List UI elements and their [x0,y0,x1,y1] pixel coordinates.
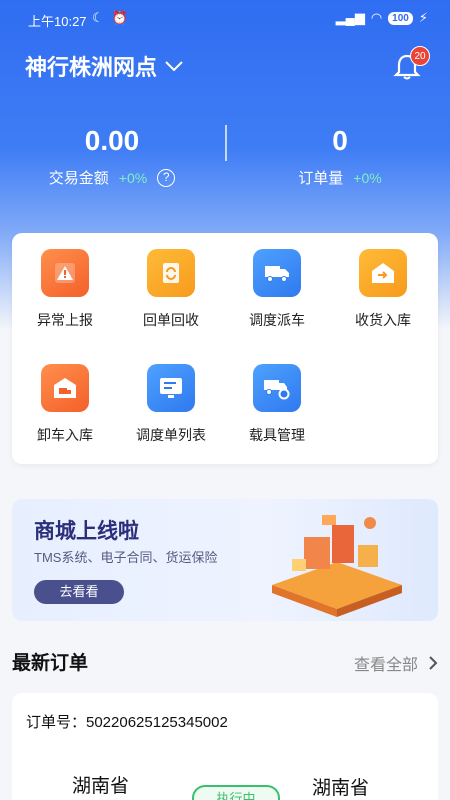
banner-subtitle: TMS系统、电子合同、货运保险 [34,550,218,565]
alarm-icon: ⏰ [111,10,128,25]
warehouse-in-icon [359,249,407,297]
origin-province: 湖南省 [72,776,130,797]
menu-item-vehicle-management[interactable]: 载具管理 [224,364,330,445]
menu-label: 卸车入库 [37,427,93,443]
latest-orders-header: 最新订单 查看全部 [12,648,438,675]
status-time: 上午10:27 [28,14,87,29]
battery-icon: 100 [388,11,413,25]
order-status-badge: 执行中 [192,785,280,800]
truck-icon [253,249,301,297]
unload-icon [41,364,89,412]
order-count-change: +0% [353,169,382,186]
shopping-illustration-icon [272,515,402,617]
stat-orders[interactable]: 0 订单量 +0% [250,125,430,188]
menu-item-receipt-recovery[interactable]: 回单回收 [118,249,224,330]
menu-label: 调度派车 [249,312,305,328]
order-number: 订单号：50220625125345002 [26,714,228,731]
menu-item-exception-report[interactable]: 异常上报 [12,249,118,330]
order-count: 0 [332,125,348,156]
menu-item-dispatch[interactable]: 调度派车 [224,249,330,330]
menu-label: 调度单列表 [136,427,206,443]
moon-icon: ☾ [92,10,104,25]
station-selector[interactable]: 神行株洲网点 [25,50,185,82]
help-icon[interactable]: ? [157,168,176,187]
transaction-label: 交易金额 [48,170,109,187]
vehicle-settings-icon [253,364,301,412]
wifi-icon: ◠ [370,10,383,25]
menu-item-unloading[interactable]: 卸车入库 [12,364,118,445]
station-title: 神行株洲网点 [25,55,158,80]
chevron-down-icon [165,61,183,72]
chevron-right-icon [429,656,438,670]
transaction-amount: 0.00 [84,125,140,156]
charging-icon: ⚡ [418,10,428,25]
signal-icon: ▂▄▆ [335,10,365,25]
notification-badge: 20 [410,46,430,66]
menu-item-dispatch-list[interactable]: 调度单列表 [118,364,224,445]
view-all-label: 查看全部 [353,657,418,674]
warning-icon [41,249,89,297]
recycle-icon [147,249,195,297]
menu-item-receiving[interactable]: 收货入库 [330,249,436,330]
status-bar: 上午10:27 ☾ ⏰ ▂▄▆ ◠ 100 ⚡ [0,0,450,38]
destination-province: 湖南省 [312,778,370,799]
list-icon [147,364,195,412]
stats-divider [225,125,227,161]
transaction-change: +0% [118,169,148,186]
menu-label: 回单回收 [143,312,199,328]
stat-transaction[interactable]: 0.00 交易金额 +0% ? [22,125,202,188]
banner-title: 商城上线啦 [34,520,139,543]
view-all-link[interactable]: 查看全部 [354,651,438,675]
order-card[interactable]: 订单号：50220625125345002 湖南省 执行中 湖南省 [12,693,438,800]
order-count-label: 订单量 [298,170,344,187]
mall-banner[interactable]: 商城上线啦 TMS系统、电子合同、货运保险 去看看 [12,499,438,621]
menu-label: 载具管理 [249,427,305,443]
function-grid: 异常上报 回单回收 调度派车 收货入库 卸车入库 调度单列表 载具管理 [12,233,438,464]
menu-label: 收货入库 [355,312,411,328]
banner-go-button[interactable]: 去看看 [34,580,124,604]
menu-label: 异常上报 [37,312,93,328]
